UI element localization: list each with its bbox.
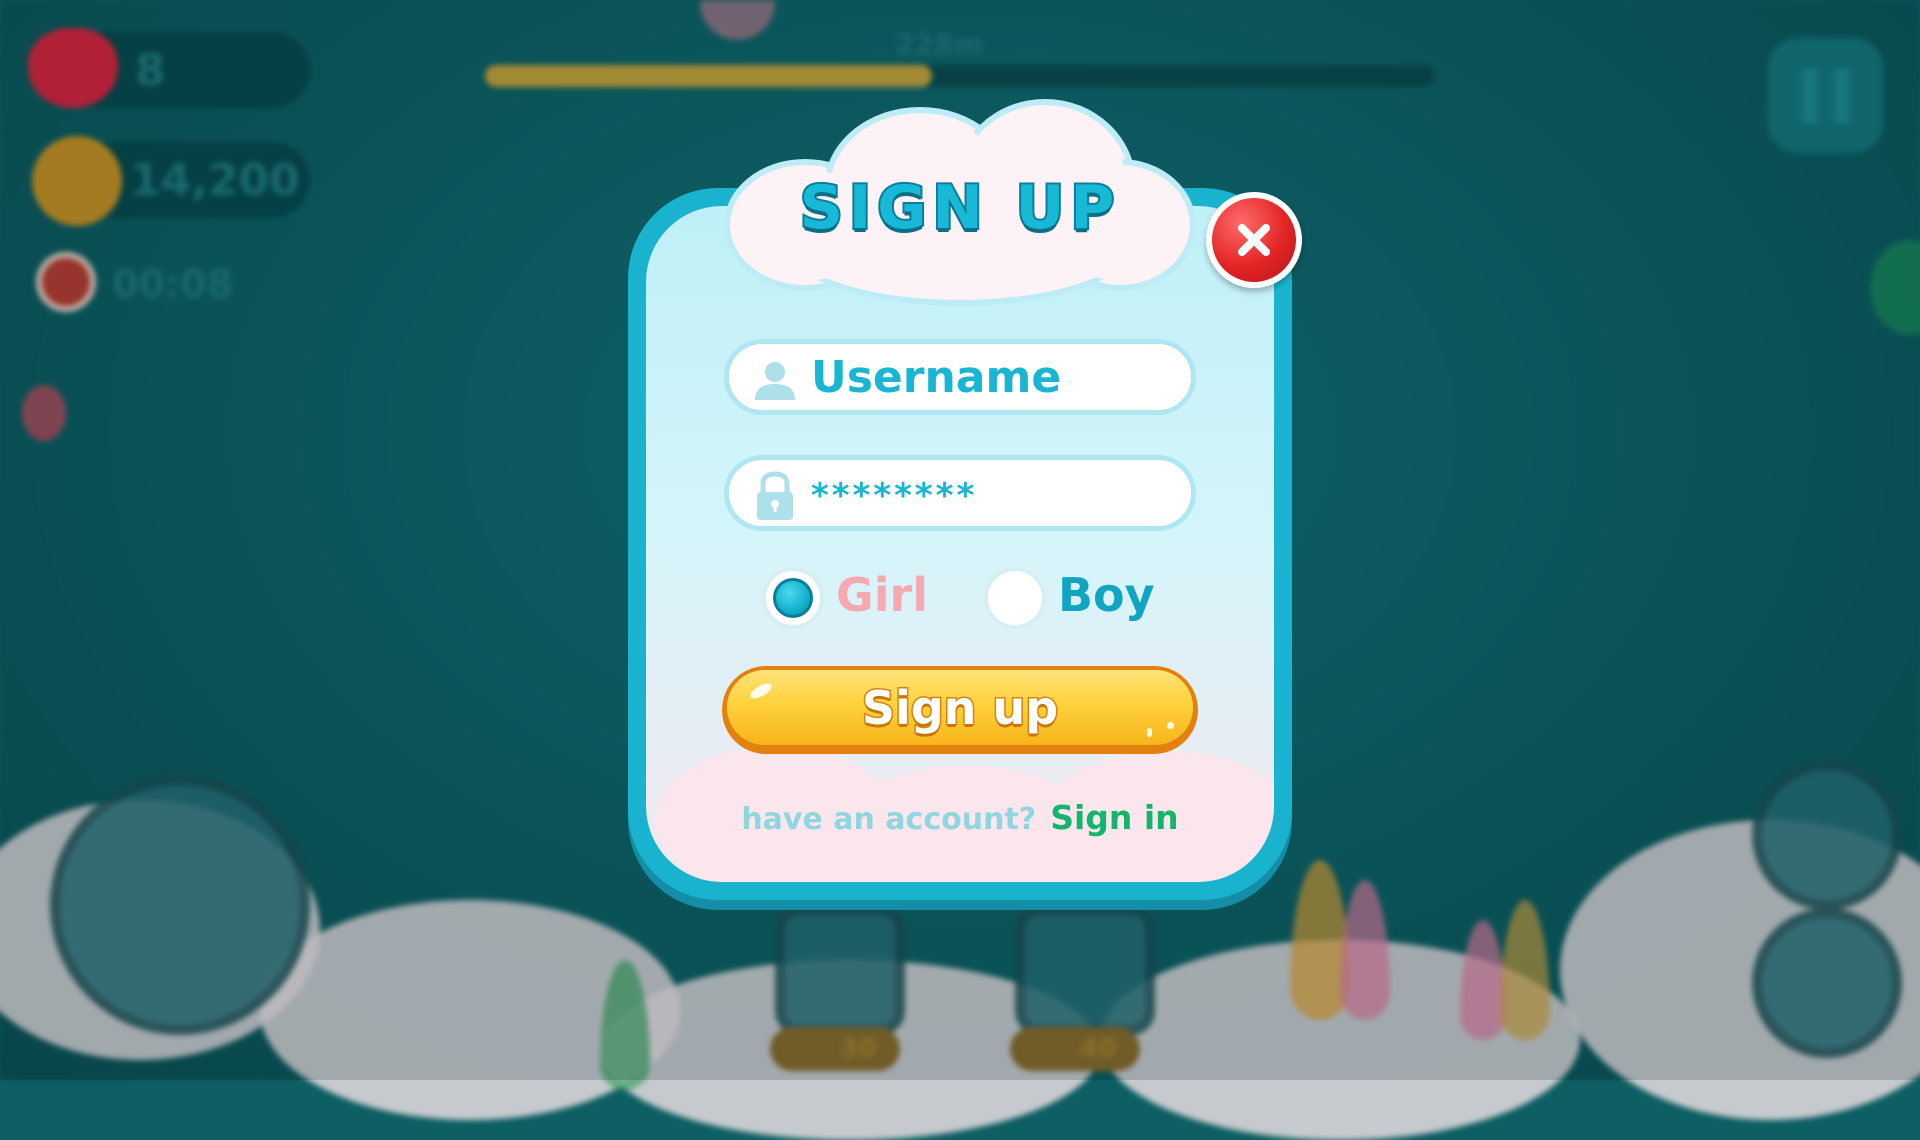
username-placeholder: Username [811, 351, 1062, 403]
button-shine [748, 680, 774, 702]
user-icon [755, 362, 795, 400]
close-icon [1238, 224, 1270, 256]
lock-icon [757, 471, 793, 520]
signin-prompt: have an account? Sign in [628, 798, 1292, 837]
radio-selected-dot [773, 578, 813, 618]
sign-in-link[interactable]: Sign in [1050, 798, 1179, 837]
girl-radio[interactable] [762, 567, 824, 629]
girl-label[interactable]: Girl [836, 568, 928, 622]
close-button-face [1212, 198, 1296, 282]
password-value: ******** [811, 476, 978, 516]
boy-radio[interactable] [984, 567, 1046, 629]
username-field[interactable]: Username [724, 339, 1196, 415]
password-field[interactable]: ******** [724, 455, 1196, 531]
sign-up-button[interactable]: Sign up [722, 666, 1198, 754]
title-cloud: SIGN UP [730, 105, 1190, 305]
sign-up-label: Sign up [860, 679, 1059, 736]
dialog-title: SIGN UP [798, 171, 1121, 245]
button-shine [1167, 722, 1174, 729]
sign-up-button-face: Sign up [727, 670, 1193, 745]
button-shine [1147, 728, 1152, 737]
dialog-panel [646, 206, 1274, 882]
have-account-text: have an account? [741, 802, 1037, 837]
boy-label[interactable]: Boy [1058, 568, 1155, 622]
close-button[interactable] [1206, 192, 1302, 288]
